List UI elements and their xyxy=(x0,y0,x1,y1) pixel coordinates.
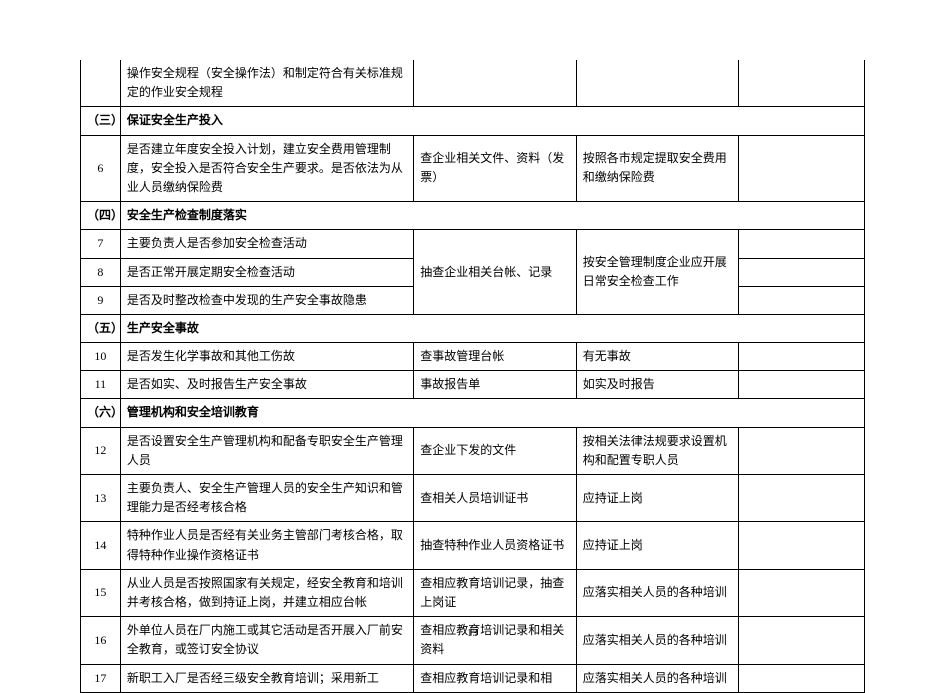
row-note: 按照各市规定提取安全费用和缴纳保险费 xyxy=(576,135,738,202)
row-blank xyxy=(739,343,865,371)
row-check-method: 抽查企业相关台帐、记录 xyxy=(414,230,576,315)
row-number: 7 xyxy=(81,230,121,258)
table-row: 10是否发生化学事故和其他工伤故查事故管理台帐有无事故 xyxy=(81,343,865,371)
inspection-table: 操作安全规程（安全操作法）和制定符合有关标准规定的作业安全规程（三）保证安全生产… xyxy=(80,60,865,693)
section-number: （三） xyxy=(81,107,121,135)
row-blank xyxy=(739,258,865,286)
section-number: （四） xyxy=(81,202,121,230)
row-number: 12 xyxy=(81,427,121,474)
row-note xyxy=(576,60,738,107)
row-note: 应持证上岗 xyxy=(576,522,738,569)
row-content: 是否及时整改检查中发现的生产安全事故隐患 xyxy=(120,286,413,314)
row-content: 主要负责人是否参加安全检查活动 xyxy=(120,230,413,258)
row-number: 10 xyxy=(81,343,121,371)
row-content: 是否设置安全生产管理机构和配备专职安全生产管理人员 xyxy=(120,427,413,474)
table-row: 11是否如实、及时报告生产安全事故事故报告单如实及时报告 xyxy=(81,371,865,399)
row-check-method: 查相应教育培训记录，抽查上岗证 xyxy=(414,569,576,616)
row-blank xyxy=(739,286,865,314)
table-row: 操作安全规程（安全操作法）和制定符合有关标准规定的作业安全规程 xyxy=(81,60,865,107)
document-page: 操作安全规程（安全操作法）和制定符合有关标准规定的作业安全规程（三）保证安全生产… xyxy=(0,0,945,693)
row-blank xyxy=(739,230,865,258)
table-row: （五）生产安全事故 xyxy=(81,314,865,342)
row-number: 9 xyxy=(81,286,121,314)
table-row: （六）管理机构和安全培训教育 xyxy=(81,399,865,427)
row-number: 11 xyxy=(81,371,121,399)
row-blank xyxy=(739,522,865,569)
row-number: 15 xyxy=(81,569,121,616)
row-blank xyxy=(739,569,865,616)
row-check-method: 查企业下发的文件 xyxy=(414,427,576,474)
row-check-method: 事故报告单 xyxy=(414,371,576,399)
row-note: 应落实相关人员的各种培训 xyxy=(576,664,738,692)
row-blank xyxy=(739,427,865,474)
row-blank xyxy=(739,135,865,202)
table-row: 17新职工入厂是否经三级安全教育培训；采用新工查相应教育培训记录和相应落实相关人… xyxy=(81,664,865,692)
table-row: 6是否建立年度安全投入计划，建立安全费用管理制度，安全投入是否符合安全生产要求。… xyxy=(81,135,865,202)
row-blank xyxy=(739,664,865,692)
row-check-method: 抽查特种作业人员资格证书 xyxy=(414,522,576,569)
row-note: 如实及时报告 xyxy=(576,371,738,399)
row-blank xyxy=(739,371,865,399)
table-row: 12是否设置安全生产管理机构和配备专职安全生产管理人员查企业下发的文件按相关法律… xyxy=(81,427,865,474)
section-title: 保证安全生产投入 xyxy=(120,107,864,135)
table-row: 14特种作业人员是否经有关业务主管部门考核合格，取得特种作业操作资格证书抽查特种… xyxy=(81,522,865,569)
row-blank xyxy=(739,475,865,522)
section-title: 管理机构和安全培训教育 xyxy=(120,399,864,427)
row-check-method: 查相应教育培训记录和相关资料 xyxy=(414,617,576,664)
row-check-method: 查事故管理台帐 xyxy=(414,343,576,371)
table-row: 13主要负责人、安全生产管理人员的安全生产知识和管理能力是否经考核合格查相关人员… xyxy=(81,475,865,522)
row-content: 外单位人员在厂内施工或其它活动是否开展入厂前安全教育，或签订安全协议 xyxy=(120,617,413,664)
row-number: 16 xyxy=(81,617,121,664)
row-check-method: 查相应教育培训记录和相 xyxy=(414,664,576,692)
row-note: 按安全管理制度企业应开展日常安全检查工作 xyxy=(576,230,738,315)
table-row: 16外单位人员在厂内施工或其它活动是否开展入厂前安全教育，或签订安全协议查相应教… xyxy=(81,617,865,664)
row-content: 新职工入厂是否经三级安全教育培训；采用新工 xyxy=(120,664,413,692)
row-content: 是否如实、及时报告生产安全事故 xyxy=(120,371,413,399)
row-blank xyxy=(739,617,865,664)
section-number: （五） xyxy=(81,314,121,342)
row-content: 从业人员是否按照国家有关规定，经安全教育和培训并考核合格，做到持证上岗，并建立相… xyxy=(120,569,413,616)
row-number: 17 xyxy=(81,664,121,692)
table-row: 15从业人员是否按照国家有关规定，经安全教育和培训并考核合格，做到持证上岗，并建… xyxy=(81,569,865,616)
section-title: 安全生产检查制度落实 xyxy=(120,202,864,230)
row-note: 应落实相关人员的各种培训 xyxy=(576,569,738,616)
row-number: 6 xyxy=(81,135,121,202)
row-note: 应持证上岗 xyxy=(576,475,738,522)
row-content: 操作安全规程（安全操作法）和制定符合有关标准规定的作业安全规程 xyxy=(120,60,413,107)
section-number: （六） xyxy=(81,399,121,427)
row-note: 有无事故 xyxy=(576,343,738,371)
table-row: （三）保证安全生产投入 xyxy=(81,107,865,135)
row-note: 按相关法律法规要求设置机构和配置专职人员 xyxy=(576,427,738,474)
row-blank xyxy=(739,60,865,107)
row-note: 应落实相关人员的各种培训 xyxy=(576,617,738,664)
section-title: 生产安全事故 xyxy=(120,314,864,342)
row-content: 是否正常开展定期安全检查活动 xyxy=(120,258,413,286)
row-number: 13 xyxy=(81,475,121,522)
row-number xyxy=(81,60,121,107)
row-check-method: 查企业相关文件、资料（发票） xyxy=(414,135,576,202)
row-content: 是否建立年度安全投入计划，建立安全费用管理制度，安全投入是否符合安全生产要求。是… xyxy=(120,135,413,202)
row-content: 特种作业人员是否经有关业务主管部门考核合格，取得特种作业操作资格证书 xyxy=(120,522,413,569)
row-check-method: 查相关人员培训证书 xyxy=(414,475,576,522)
table-row: 7主要负责人是否参加安全检查活动抽查企业相关台帐、记录按安全管理制度企业应开展日… xyxy=(81,230,865,258)
row-number: 14 xyxy=(81,522,121,569)
row-check-method xyxy=(414,60,576,107)
table-row: （四）安全生产检查制度落实 xyxy=(81,202,865,230)
row-content: 是否发生化学事故和其他工伤故 xyxy=(120,343,413,371)
row-content: 主要负责人、安全生产管理人员的安全生产知识和管理能力是否经考核合格 xyxy=(120,475,413,522)
page-number: 13 xyxy=(0,627,945,639)
row-number: 8 xyxy=(81,258,121,286)
